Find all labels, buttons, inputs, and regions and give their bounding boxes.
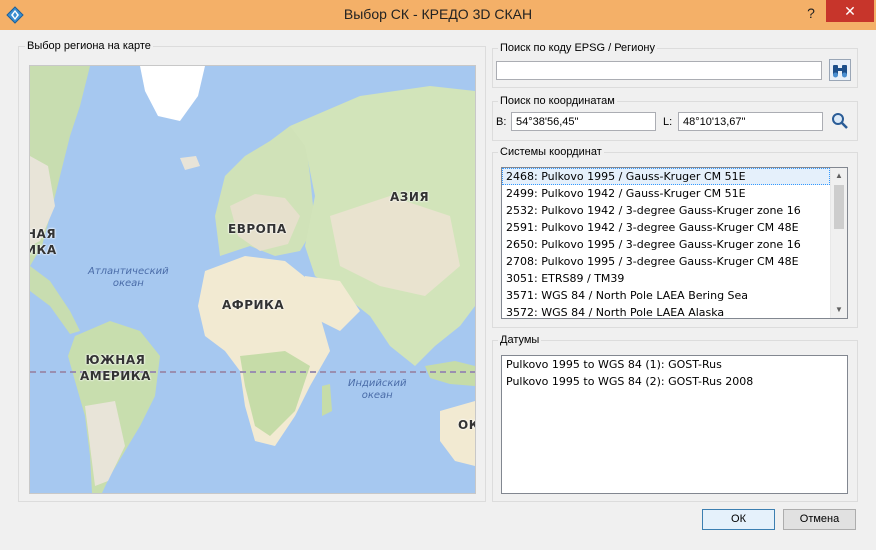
epsg-search-input[interactable] — [496, 61, 822, 80]
label-asia: АЗИЯ — [390, 190, 430, 204]
list-item[interactable]: 2591: Pulkovo 1942 / 3-degree Gauss-Krug… — [502, 219, 830, 236]
coord-systems-list[interactable]: 2468: Pulkovo 1995 / Gauss-Kruger CM 51E… — [501, 167, 848, 319]
label-north-america: НАЯ ИКА — [29, 227, 57, 257]
scroll-up-icon[interactable]: ▲ — [831, 168, 847, 184]
world-map[interactable]: НАЯ ИКА ЕВРОПА АЗИЯ АФРИКА ЮЖНАЯ АМЕРИКА… — [29, 65, 476, 494]
window-title: Выбор СК - КРЕДО 3D СКАН — [343, 6, 533, 22]
help-button[interactable]: ? — [798, 2, 824, 24]
list-item[interactable]: 2650: Pulkovo 1995 / 3-degree Gauss-Krug… — [502, 236, 830, 253]
list-item[interactable]: Pulkovo 1995 to WGS 84 (1): GOST-Rus — [502, 356, 847, 373]
coord-search-button[interactable] — [830, 111, 852, 133]
list-item[interactable]: 2708: Pulkovo 1995 / 3-degree Gauss-Krug… — [502, 253, 830, 270]
list-item[interactable]: 2468: Pulkovo 1995 / Gauss-Kruger CM 51E — [502, 168, 830, 185]
search-icon — [832, 113, 848, 129]
label-africa: АФРИКА — [222, 298, 285, 312]
list-item[interactable]: 2499: Pulkovo 1942 / Gauss-Kruger CM 51E — [502, 185, 830, 202]
list-item[interactable]: Pulkovo 1995 to WGS 84 (2): GOST-Rus 200… — [502, 373, 847, 390]
coord-systems-label: Системы координат — [498, 146, 604, 158]
datums-list[interactable]: Pulkovo 1995 to WGS 84 (1): GOST-Rus Pul… — [501, 355, 848, 494]
coord-search-label: Поиск по координатам — [498, 95, 617, 107]
coord-systems-rows: 2468: Pulkovo 1995 / Gauss-Kruger CM 51E… — [502, 168, 830, 318]
b-coordinate-input[interactable] — [511, 112, 656, 131]
label-europe: ЕВРОПА — [228, 222, 287, 236]
label-atlantic-ocean: Атлантический океан — [88, 266, 169, 289]
list-item[interactable]: 3571: WGS 84 / North Pole LAEA Bering Se… — [502, 287, 830, 304]
datums-label: Датумы — [498, 334, 542, 346]
ok-button[interactable]: ОК — [702, 509, 775, 530]
list-item[interactable]: 3572: WGS 84 / North Pole LAEA Alaska — [502, 304, 830, 318]
label-south-america: ЮЖНАЯ АМЕРИКА — [80, 353, 151, 383]
l-coordinate-input[interactable] — [678, 112, 823, 131]
cancel-button[interactable]: Отмена — [783, 509, 856, 530]
coord-systems-scrollbar[interactable]: ▲ ▼ — [830, 168, 847, 318]
list-item[interactable]: 2532: Pulkovo 1942 / 3-degree Gauss-Krug… — [502, 202, 830, 219]
label-oceania: ОК — [458, 418, 475, 432]
close-button[interactable]: ✕ — [826, 0, 874, 22]
title-bar[interactable]: Выбор СК - КРЕДО 3D СКАН ? ✕ — [0, 0, 876, 30]
epsg-search-button[interactable] — [829, 59, 851, 81]
scroll-thumb[interactable] — [834, 185, 844, 229]
label-indian-ocean: Индийский океан — [348, 378, 407, 401]
binoculars-icon — [833, 65, 847, 78]
b-label: B: — [496, 116, 507, 128]
scroll-down-icon[interactable]: ▼ — [831, 302, 847, 318]
epsg-search-label: Поиск по коду EPSG / Региону — [498, 42, 658, 54]
dialog-body: Выбор региона на карте НАЯ ИКА ЕВРОПА АЗ… — [6, 30, 870, 544]
list-item[interactable]: 3051: ETRS89 / TM39 — [502, 270, 830, 287]
map-group-label: Выбор региона на карте — [25, 40, 153, 52]
l-label: L: — [663, 116, 673, 128]
